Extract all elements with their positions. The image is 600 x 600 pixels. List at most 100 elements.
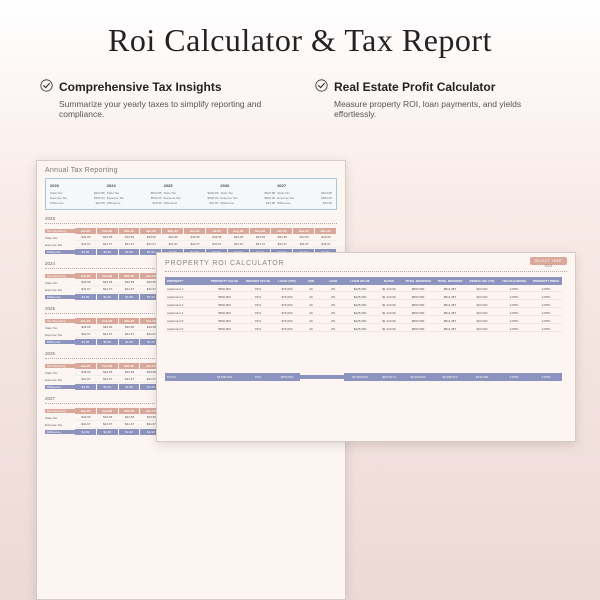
roi-cell: 3% — [322, 287, 344, 292]
year-block-title: 2023 — [45, 216, 337, 221]
tax-cell: $41.67 — [119, 331, 141, 338]
tax-cell: Jan-23 — [75, 273, 96, 279]
tax-cell: Jan-23 — [75, 408, 96, 414]
tax-cell: $41.67 — [119, 286, 141, 293]
roi-cell: 4.80% — [530, 295, 562, 300]
tax-cell: Jul-23 — [206, 228, 227, 234]
summary-year: 2024 — [107, 183, 162, 188]
tax-sheet-title: Annual Tax Reporting — [45, 167, 337, 174]
roi-cell: TOTAL INVESTED — [402, 277, 434, 285]
roi-cell: $425,000 — [344, 311, 376, 316]
roi-cell: $75,000 — [274, 303, 300, 308]
tax-cell: $1.99 — [97, 384, 118, 390]
roi-cell: $500,000 — [207, 287, 242, 292]
roi-cell: 3% — [322, 303, 344, 308]
page-title: Roi Calculator & Tax Report — [0, 0, 600, 59]
tax-row-label: Difference — [45, 295, 75, 299]
tax-cell: $41.67 — [228, 241, 250, 248]
roi-cell: $1,419.69 — [376, 311, 402, 316]
tax-cell: $41.67 — [315, 241, 337, 248]
tax-cell: Jan-23 — [75, 228, 96, 234]
roi-data-row: Apartment 5$500,00015%$75,000303%$425,00… — [165, 317, 567, 325]
tax-cell: $43.65 — [271, 234, 293, 241]
tax-cell: $43.65 — [75, 324, 97, 331]
roi-cell: $425,000 — [344, 319, 376, 324]
tax-cell: Mar-23 — [119, 408, 140, 414]
feature-heading: Real Estate Profit Calculator — [334, 80, 495, 94]
roi-cell — [322, 375, 344, 379]
tax-cell: $1.99 — [119, 384, 140, 390]
tax-cell: Jan-23 — [75, 318, 96, 324]
tax-cell: $43.65 — [293, 234, 315, 241]
roi-cell: 3% — [322, 319, 344, 324]
tax-cell: $1.99 — [75, 339, 96, 345]
roi-cell: $425,000 — [344, 303, 376, 308]
roi-cell: $1,419.69 — [376, 327, 402, 332]
roi-cell: APR — [300, 277, 322, 285]
tax-cell: $1.99 — [97, 249, 118, 255]
roi-cell: $425,000 — [344, 295, 376, 300]
roi-cell: 4.80% — [498, 295, 530, 300]
roi-cell: $24,000 — [466, 295, 498, 300]
roi-cell: $500,000 — [207, 327, 242, 332]
summary-cell: Difference$23.85 — [277, 201, 332, 206]
tax-cell: $1.99 — [97, 339, 118, 345]
tax-row-label: Tax Reporting — [45, 364, 75, 368]
roi-cell: 4.80% — [498, 287, 530, 292]
summary-col: 2024State Tax$523.85Expense Tax$500.00Di… — [107, 183, 162, 205]
roi-cell: 30 — [300, 295, 322, 300]
features-row: Comprehensive Tax Insights Summarize you… — [0, 59, 600, 119]
tax-cell: Feb-23 — [97, 318, 118, 324]
roi-cell: 15% — [242, 319, 274, 324]
roi-cell: RENTAL INC (YR) — [466, 277, 498, 285]
roi-cell: TOTAL — [165, 373, 207, 381]
roi-cell: 4.80% — [498, 327, 530, 332]
feature-heading: Comprehensive Tax Insights — [59, 80, 222, 94]
roi-cell: PROPERTY PRICE — [530, 277, 562, 285]
tax-cell: Mar-23 — [119, 273, 140, 279]
tax-cell: $43.65 — [206, 234, 228, 241]
tax-cell: $41.67 — [75, 241, 97, 248]
roi-cell: TOTAL INTEREST — [434, 277, 466, 285]
roi-cell: $511,087 — [434, 295, 466, 300]
feature-desc: Measure property ROI, loan payments, and… — [334, 99, 560, 119]
summary-col: 2027State Tax$523.85Expense Tax$500.00Di… — [277, 183, 332, 205]
feature-roi-calculator: Real Estate Profit Calculator Measure pr… — [315, 79, 560, 119]
tax-cell: $43.65 — [97, 324, 119, 331]
roi-cell: $8,518.14 — [376, 373, 402, 381]
tax-cell: $43.65 — [119, 414, 141, 421]
roi-cell: 4.80% — [530, 319, 562, 324]
tax-cell: $41.67 — [140, 241, 162, 248]
tax-cell: $43.65 — [315, 234, 337, 241]
tax-cell: $43.65 — [97, 234, 119, 241]
tax-cell: $41.67 — [206, 241, 228, 248]
tax-cell: Mar-23 — [119, 363, 140, 369]
roi-cell: 4.80% — [530, 311, 562, 316]
roi-cell: Apartment 6 — [165, 327, 207, 332]
roi-cell: $24,000 — [466, 303, 498, 308]
roi-cell: $511,087 — [434, 287, 466, 292]
tax-row-label: State Tax — [45, 416, 75, 420]
tax-cell: $43.65 — [75, 369, 97, 376]
tax-cell: $41.67 — [119, 241, 141, 248]
tax-row-label: Tax Reporting — [45, 409, 75, 413]
roi-cell: PROPERTY — [165, 277, 207, 285]
tax-cell: $41.67 — [97, 286, 119, 293]
roi-cell: $450,000 — [274, 373, 300, 381]
roi-cell: LOAN (YRS) — [274, 277, 300, 285]
summary-year: 2023 — [50, 183, 105, 188]
roi-cell: 4.80% — [498, 303, 530, 308]
tax-cell: $41.67 — [97, 331, 119, 338]
tax-cell: May-23 — [162, 228, 183, 234]
tax-cell: Mar-23 — [119, 228, 140, 234]
roi-cell: $500,000 — [402, 327, 434, 332]
roi-sheet-title: PROPERTY ROI CALCULATOR — [165, 260, 284, 267]
tax-cell: $1.99 — [119, 339, 140, 345]
roi-cell: 3% — [322, 295, 344, 300]
roi-cell: $24,000 — [466, 287, 498, 292]
roi-cell: 15% — [242, 327, 274, 332]
tax-cell: $43.65 — [119, 279, 141, 286]
tax-cell: Mar-23 — [119, 318, 140, 324]
roi-cell: LOAN VALUE — [344, 277, 376, 285]
roi-cell: $1,419.69 — [376, 287, 402, 292]
